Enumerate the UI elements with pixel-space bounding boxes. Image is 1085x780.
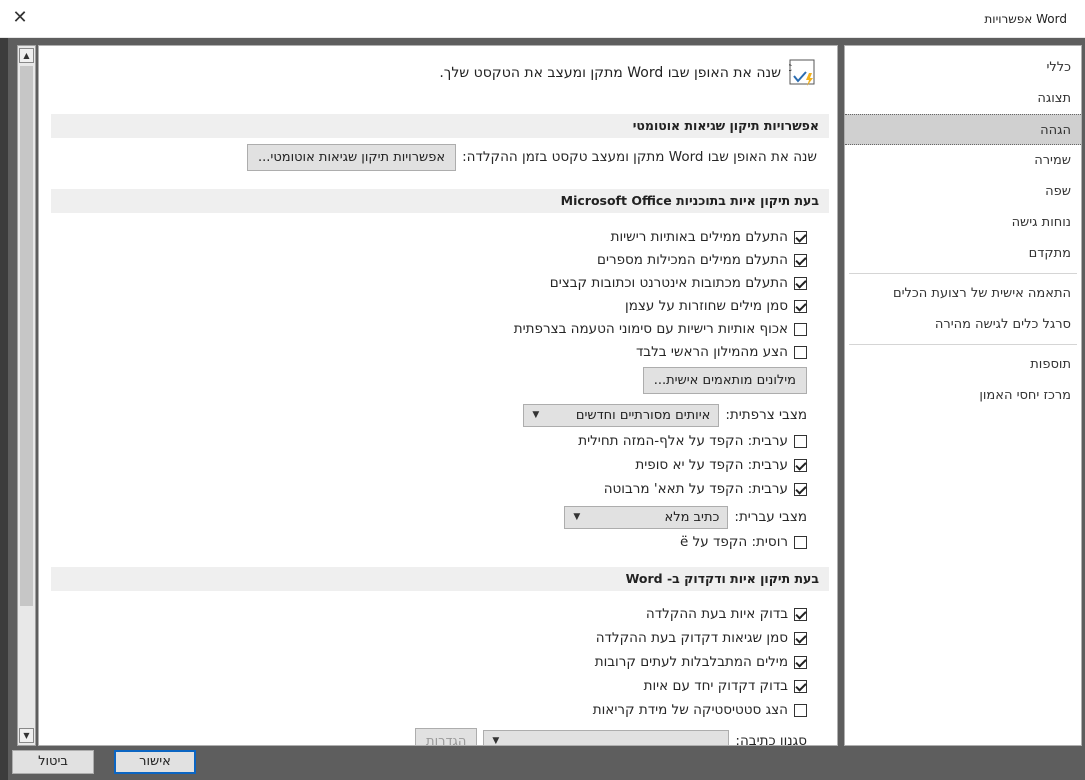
sidebar-item-display[interactable]: תצוגה [845, 83, 1081, 114]
svg-text:ABC: ABC [789, 64, 792, 74]
sidebar-item-addins[interactable]: תוספות [845, 349, 1081, 380]
check-confused-words[interactable]: מילים המתבלבלות לעתים קרובות [595, 651, 807, 673]
checkbox[interactable] [794, 482, 807, 496]
checkbox[interactable] [794, 458, 807, 472]
french-modes-value: איותים מסורתיים וחדשים [575, 407, 711, 423]
writing-style-dropdown[interactable]: ▼ [483, 729, 730, 746]
check-enforce-french-accents[interactable]: אכוף אותיות רישיות עם סימוני הטעמה בצרפת… [514, 318, 807, 340]
checkbox[interactable] [794, 299, 807, 313]
checkbox[interactable] [794, 230, 807, 244]
sidebar-item-proofing[interactable]: הגהה [845, 114, 1081, 145]
check-label: סמן מילים שחוזרות על עצמן [625, 298, 788, 314]
sidebar-item-general[interactable]: כללי [845, 52, 1081, 83]
check-spelling-as-you-type[interactable]: בדוק איות בעת ההקלדה [646, 603, 807, 625]
french-modes-row: מצבי צרפתית: איותים מסורתיים וחדשים ▼ [523, 403, 807, 427]
checkbox[interactable] [794, 253, 807, 267]
hebrew-modes-value: כתיב מלא [664, 509, 720, 525]
proofing-panel: ABC שנה את האופן שבו Word מתקן ומעצב את … [38, 45, 838, 746]
check-label: אכוף אותיות רישיות עם סימוני הטעמה בצרפת… [513, 321, 788, 337]
checkbox[interactable] [794, 276, 807, 290]
checkbox[interactable] [794, 345, 807, 359]
scroll-thumb[interactable] [20, 66, 33, 606]
check-grammar-with-spelling[interactable]: בדוק דקדוק יחד עם איות [644, 675, 807, 697]
sidebar-item-save[interactable]: שמירה [845, 145, 1081, 176]
dialog-frame: כללי תצוגה הגהה שמירה שפה נוחות גישה מתק… [0, 38, 1085, 780]
check-label: סמן שגיאות דקדוק בעת ההקלדה [595, 630, 788, 646]
custom-dictionaries-button[interactable]: מילונים מותאמים אישית... [642, 366, 807, 394]
check-readability-stats[interactable]: הצג סטטיסטיקה של מידת קריאות [593, 699, 807, 721]
check-label: בדוק דקדוק יחד עם איות [643, 678, 788, 694]
panel-header: ABC שנה את האופן שבו Word מתקן ומעצב את … [439, 58, 817, 88]
check-main-dictionary-only[interactable]: הצע מהמילון הראשי בלבד [636, 341, 807, 363]
checkbox[interactable] [794, 631, 807, 645]
ok-button[interactable]: אישור [114, 750, 196, 774]
check-flag-repeated-words[interactable]: סמן מילים שחוזרות על עצמן [625, 295, 807, 317]
section-office-spelling-title: בעת תיקון איות בתוכניות Microsoft Office [51, 189, 829, 213]
custom-dictionaries-row: מילונים מותאמים אישית... [642, 366, 807, 394]
title-bar: ✕ אפשרויות Word [0, 0, 1085, 38]
check-ignore-uppercase[interactable]: התעלם ממילים באותיות רישיות [611, 226, 807, 248]
checkbox[interactable] [794, 322, 807, 336]
check-label: הצע מהמילון הראשי בלבד [635, 344, 788, 360]
sidebar-item-quick-access-toolbar[interactable]: סרגל כלים לגישה מהירה [845, 309, 1081, 340]
window-title: אפשרויות Word [984, 12, 1067, 26]
check-label: ערבית: הקפד על יא סופית [635, 457, 788, 473]
settings-button[interactable]: הגדרות [415, 727, 478, 745]
checkbox[interactable] [794, 535, 807, 549]
check-label: ערבית: הקפד על אלף-המזה תחילית [578, 433, 788, 449]
check-label: רוסית: הקפד על ё [679, 534, 788, 550]
hebrew-modes-label: מצבי עברית: [734, 509, 807, 525]
check-label: הצג סטטיסטיקה של מידת קריאות [592, 702, 788, 718]
panel-description: שנה את האופן שבו Word מתקן ומעצב את הטקס… [439, 65, 781, 81]
check-label: התעלם ממילים באותיות רישיות [610, 229, 788, 245]
check-label: ערבית: הקפד על תאא' מרבוטה [603, 481, 788, 497]
scroll-up-icon[interactable]: ▲ [19, 48, 34, 63]
sidebar-item-language[interactable]: שפה [845, 176, 1081, 207]
checkbox[interactable] [794, 434, 807, 448]
chevron-down-icon: ▼ [573, 511, 581, 522]
check-label: מילים המתבלבלות לעתים קרובות [594, 654, 788, 670]
close-icon[interactable]: ✕ [8, 6, 32, 30]
hebrew-modes-dropdown[interactable]: כתיב מלא ▼ [564, 505, 729, 529]
sidebar-item-trust-center[interactable]: מרכז יחסי האמון [845, 380, 1081, 411]
checkbox[interactable] [794, 679, 807, 693]
french-modes-dropdown[interactable]: איותים מסורתיים וחדשים ▼ [523, 403, 720, 427]
check-grammar-as-you-type[interactable]: סמן שגיאות דקדוק בעת ההקלדה [596, 627, 807, 649]
check-ignore-internet-addresses[interactable]: התעלם מכתובות אינטרנט וכתובות קבצים [550, 272, 807, 294]
check-label: בדוק איות בעת ההקלדה [645, 606, 788, 622]
vertical-scrollbar[interactable]: ▲ ▼ [17, 45, 36, 746]
check-arabic-taa-marboota[interactable]: ערבית: הקפד על תאא' מרבוטה [604, 478, 807, 500]
abc-spellcheck-icon: ABC [774, 59, 817, 87]
check-arabic-final-yaa[interactable]: ערבית: הקפד על יא סופית [635, 454, 807, 476]
sidebar-divider [849, 344, 1077, 345]
sidebar-item-advanced[interactable]: מתקדם [845, 238, 1081, 269]
check-arabic-alef-hamza[interactable]: ערבית: הקפד על אלף-המזה תחילית [578, 430, 807, 452]
check-label: התעלם מכתובות אינטרנט וכתובות קבצים [549, 275, 788, 291]
checkbox[interactable] [794, 655, 807, 669]
left-edge [0, 38, 8, 780]
writing-style-row: סגנון כתיבה: ▼ הגדרות [415, 727, 807, 746]
check-label: התעלם ממילים המכילות מספרים [597, 252, 788, 268]
checkbox[interactable] [794, 703, 807, 717]
checkbox[interactable] [794, 607, 807, 621]
sidebar-item-accessibility[interactable]: נוחות גישה [845, 207, 1081, 238]
chevron-down-icon: ▼ [532, 409, 540, 420]
hebrew-modes-row: מצבי עברית: כתיב מלא ▼ [564, 505, 807, 529]
autocorrect-row: שנה את האופן שבו Word מתקן ומעצב טקסט בז… [247, 143, 817, 171]
scroll-down-icon[interactable]: ▼ [19, 728, 34, 743]
section-autocorrect-title: אפשרויות תיקון שגיאות אוטומטי [51, 114, 829, 138]
cancel-button[interactable]: ביטול [12, 750, 94, 774]
sidebar-item-customize-ribbon[interactable]: התאמה אישית של רצועת הכלים [845, 278, 1081, 309]
writing-style-label: סגנון כתיבה: [735, 733, 807, 746]
section-word-spelling-title: בעת תיקון איות ודקדוק ב- Word [51, 567, 829, 591]
check-ignore-numbers[interactable]: התעלם ממילים המכילות מספרים [597, 249, 807, 271]
autocorrect-description: שנה את האופן שבו Word מתקן ומעצב טקסט בז… [462, 149, 817, 165]
autocorrect-options-button[interactable]: אפשרויות תיקון שגיאות אוטומטי... [247, 143, 457, 171]
sidebar-divider [849, 273, 1077, 274]
category-sidebar: כללי תצוגה הגהה שמירה שפה נוחות גישה מתק… [844, 45, 1082, 746]
french-modes-label: מצבי צרפתית: [725, 407, 807, 423]
chevron-down-icon: ▼ [492, 735, 500, 746]
check-russian-yo[interactable]: רוסית: הקפד על ё [680, 531, 807, 553]
